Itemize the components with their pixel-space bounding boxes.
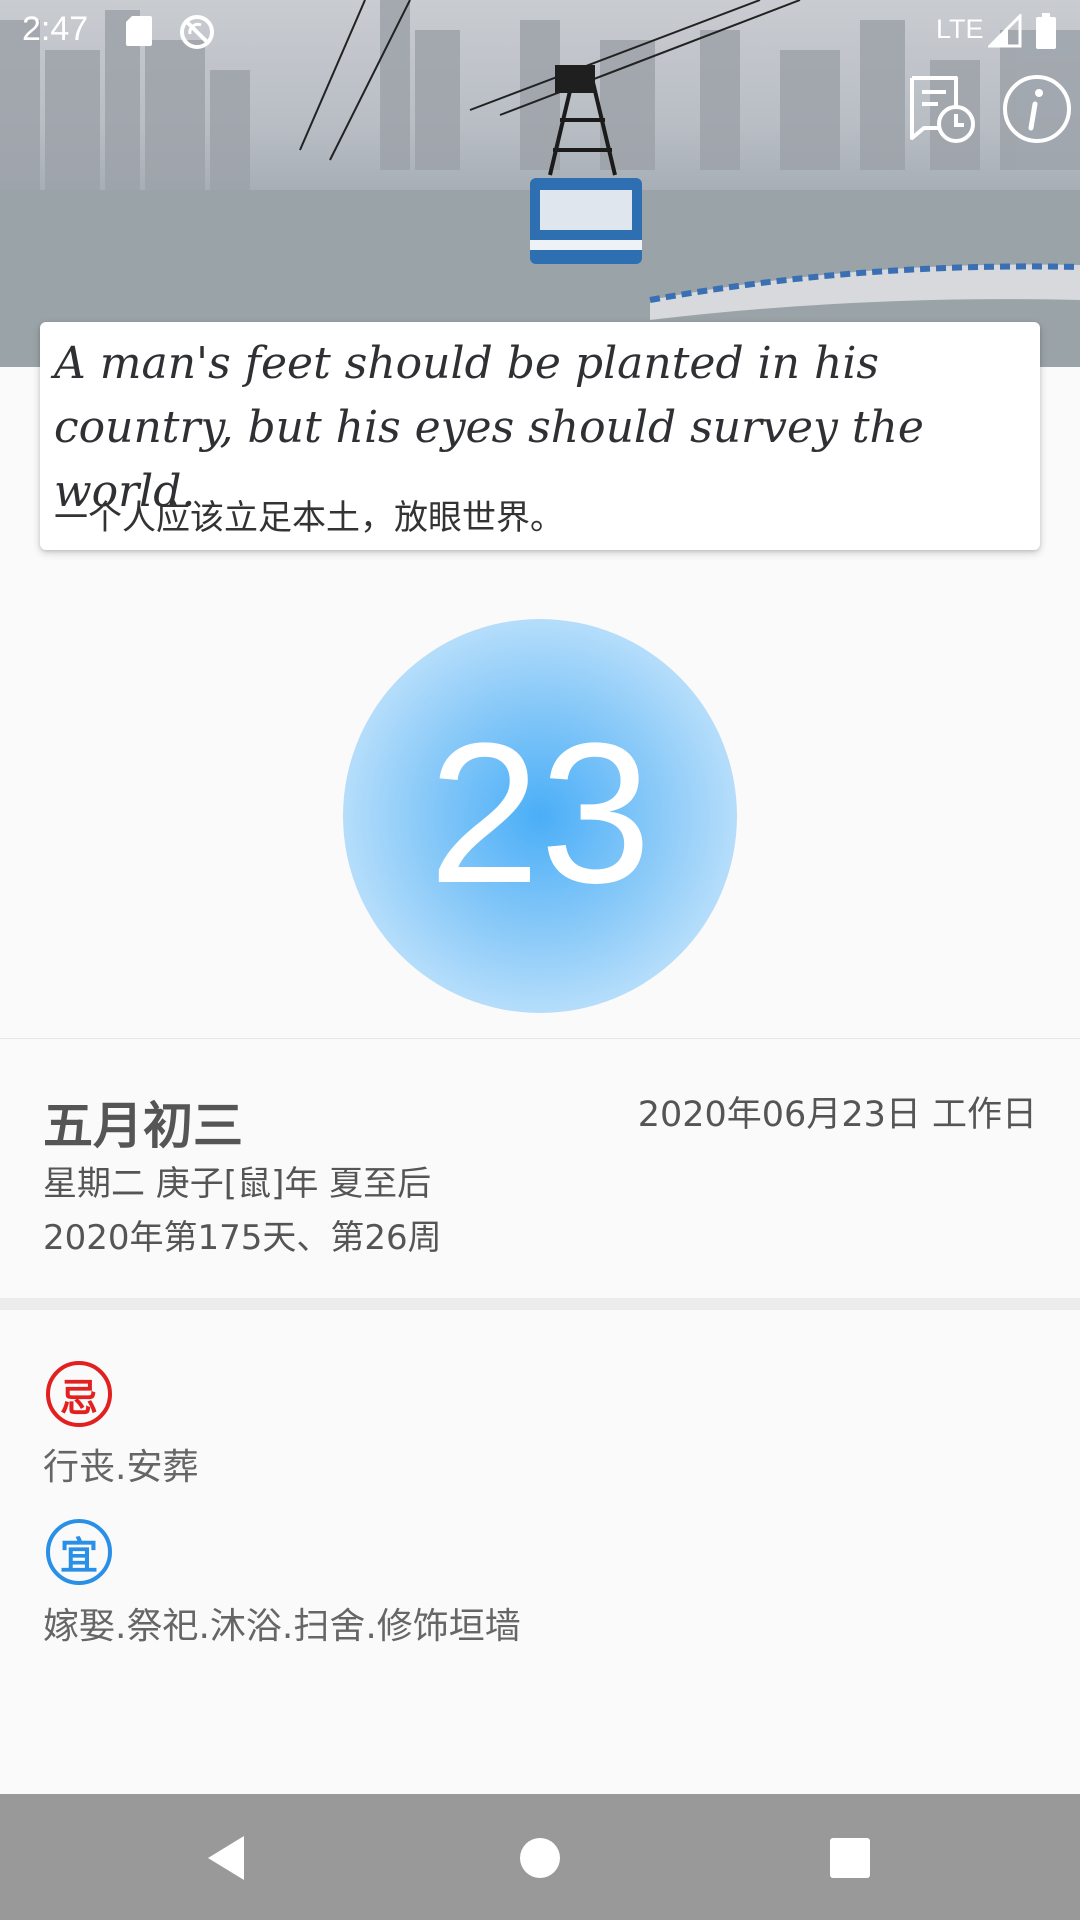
sd-card-icon [126,16,152,46]
info-icon [1003,75,1071,143]
lunar-date: 五月初三 [43,1097,243,1155]
info-button[interactable] [1000,72,1074,146]
no-sync-icon [180,15,214,49]
home-icon [520,1838,560,1878]
suitable-seal-icon: 宜 [46,1519,112,1585]
avoid-seal-icon: 忌 [46,1361,112,1427]
divider [0,1038,1080,1039]
history-button[interactable] [904,72,978,146]
solar-date: 2020年06月23日 工作日 [637,1095,1037,1135]
section-divider [0,1298,1080,1310]
weekday-year-info: 星期二 庚子[鼠]年 夏至后 [43,1164,432,1204]
back-icon [208,1836,244,1880]
navigation-bar [0,1794,1080,1920]
suitable-activities: 嫁娶.祭祀.沐浴.扫舍.修饰垣墙 [43,1606,521,1647]
network-type: LTE [936,14,984,44]
daily-quote-card[interactable]: A man's feet should be planted in his co… [40,322,1040,550]
day-of-year-info: 2020年第175天、第26周 [43,1218,442,1258]
back-button[interactable] [200,1830,256,1886]
home-button[interactable] [512,1830,568,1886]
status-time: 2:47 [22,10,89,48]
avoid-activities: 行丧.安葬 [43,1447,199,1488]
recents-button[interactable] [822,1830,878,1886]
signal-icon [988,14,1022,48]
day-number: 23 [428,702,652,925]
recents-icon [830,1838,870,1878]
quote-chinese: 一个人应该立足本土，放眼世界。 [54,498,564,538]
battery-icon [1036,13,1056,49]
status-bar: 2:47 LTE [0,0,1080,62]
day-circle: 23 [343,619,737,1013]
history-icon [910,76,975,143]
